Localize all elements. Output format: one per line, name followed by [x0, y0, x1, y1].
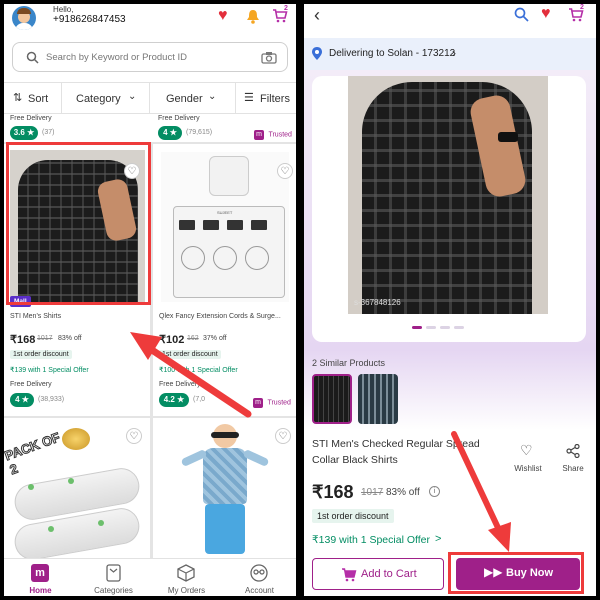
nav-my-orders-label: My Orders [167, 586, 206, 595]
nav-categories[interactable]: Categories [77, 559, 150, 596]
product-detail-screen: ‹ ♥ 2 Delivering to Solan - 173212 › s-3… [304, 4, 596, 596]
account-icon [250, 564, 268, 582]
nav-my-orders[interactable]: My Orders [150, 559, 223, 596]
nav-account-label: Account [245, 586, 274, 595]
nav-home[interactable]: m Home [4, 559, 77, 596]
annotation-arrow [130, 332, 252, 418]
bottom-nav: m Home Categories My Orders Account [4, 558, 296, 596]
home-screen: Hello, +918626847453 ♥ 2 Search by Keywo… [4, 4, 296, 596]
nav-home-label: Home [29, 586, 52, 595]
nav-account[interactable]: Account [223, 559, 296, 596]
orders-icon [177, 564, 195, 582]
nav-categories-label: Categories [94, 586, 133, 595]
annotation-arrow [451, 431, 511, 552]
categories-icon [106, 564, 121, 582]
home-icon: m [31, 564, 49, 582]
